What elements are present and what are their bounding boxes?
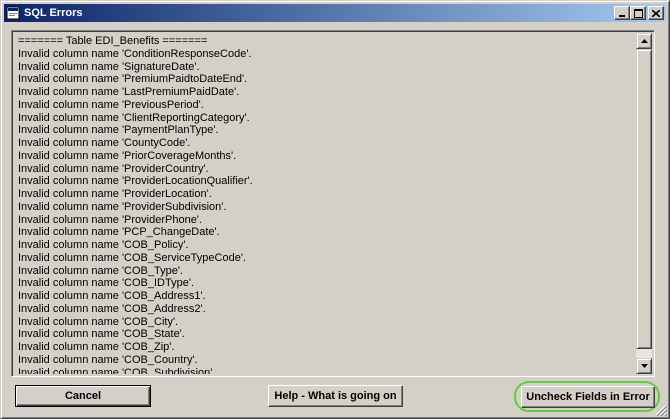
log-line: Invalid column name 'COB_City'. [18,315,179,328]
log-line: Invalid column name 'ProviderSubdivision… [18,200,227,213]
log-line: Invalid column name 'PreviousPeriod'. [18,98,204,111]
scrollbar-thumb[interactable] [636,49,652,349]
app-icon [6,6,20,20]
scroll-down-icon[interactable] [636,358,652,374]
log-line: Invalid column name 'SignatureDate'. [18,60,200,73]
help-button[interactable]: Help - What is going on [268,385,403,407]
log-line: Invalid column name 'COB_Address2'. [18,302,206,315]
log-line: Invalid column name 'COB_State'. [18,328,185,341]
log-line: Invalid column name 'ProviderPhone'. [18,213,202,226]
log-line: Invalid column name 'ProviderLocationQua… [18,175,253,188]
log-line: Invalid column name 'COB_Subdivision'. [18,366,216,375]
error-log-lines: ======= Table EDI_Benefits ======= Invali… [18,35,636,374]
log-line: Invalid column name 'LastPremiumPaidDate… [18,86,240,98]
log-line: Invalid column name 'COB_ServiceTypeCode… [18,251,246,264]
log-line: Invalid column name 'COB_IDType'. [18,277,194,290]
resize-grip-icon[interactable] [655,404,668,417]
log-line: Invalid column name 'COB_Address1'. [18,290,206,302]
log-line: Invalid column name 'COB_Country'. [18,353,198,366]
log-line: ======= Table EDI_Benefits ======= [18,35,208,47]
close-icon[interactable] [648,6,664,20]
error-log-textarea[interactable]: ======= Table EDI_Benefits ======= Invali… [11,30,655,377]
log-line: Invalid column name 'COB_Zip'. [18,341,175,353]
log-line: Invalid column name 'PCP_ChangeDate'. [18,226,220,239]
vertical-scrollbar[interactable] [636,33,652,374]
cancel-button[interactable]: Cancel [15,385,151,407]
log-line: Invalid column name 'ProviderCountry'. [18,162,209,175]
log-line: Invalid column name 'ConditionResponseCo… [18,47,252,60]
sql-errors-window: SQL Errors ======= Table EDI_Benefits ==… [0,0,670,419]
uncheck-fields-button[interactable]: Uncheck Fields in Error [521,386,655,408]
scroll-up-icon[interactable] [636,33,652,49]
log-line: Invalid column name 'ClientReportingCate… [18,111,250,124]
window-controls [614,6,664,20]
log-line: Invalid column name 'PaymentPlanType'. [18,124,219,137]
log-line: Invalid column name 'COB_Policy'. [18,239,189,251]
log-line: Invalid column name 'PriorCoverageMonths… [18,149,237,162]
title-bar[interactable]: SQL Errors [4,4,666,22]
log-line: Invalid column name 'COB_Type'. [18,264,183,277]
maximize-icon[interactable] [630,6,646,20]
window-title: SQL Errors [24,7,83,19]
log-line: Invalid column name 'ProviderLocation'. [18,188,212,200]
log-line: Invalid column name 'CountyCode'. [18,137,191,149]
log-line: Invalid column name 'PremiumPaidtoDateEn… [18,73,248,86]
minimize-icon[interactable] [614,6,630,20]
